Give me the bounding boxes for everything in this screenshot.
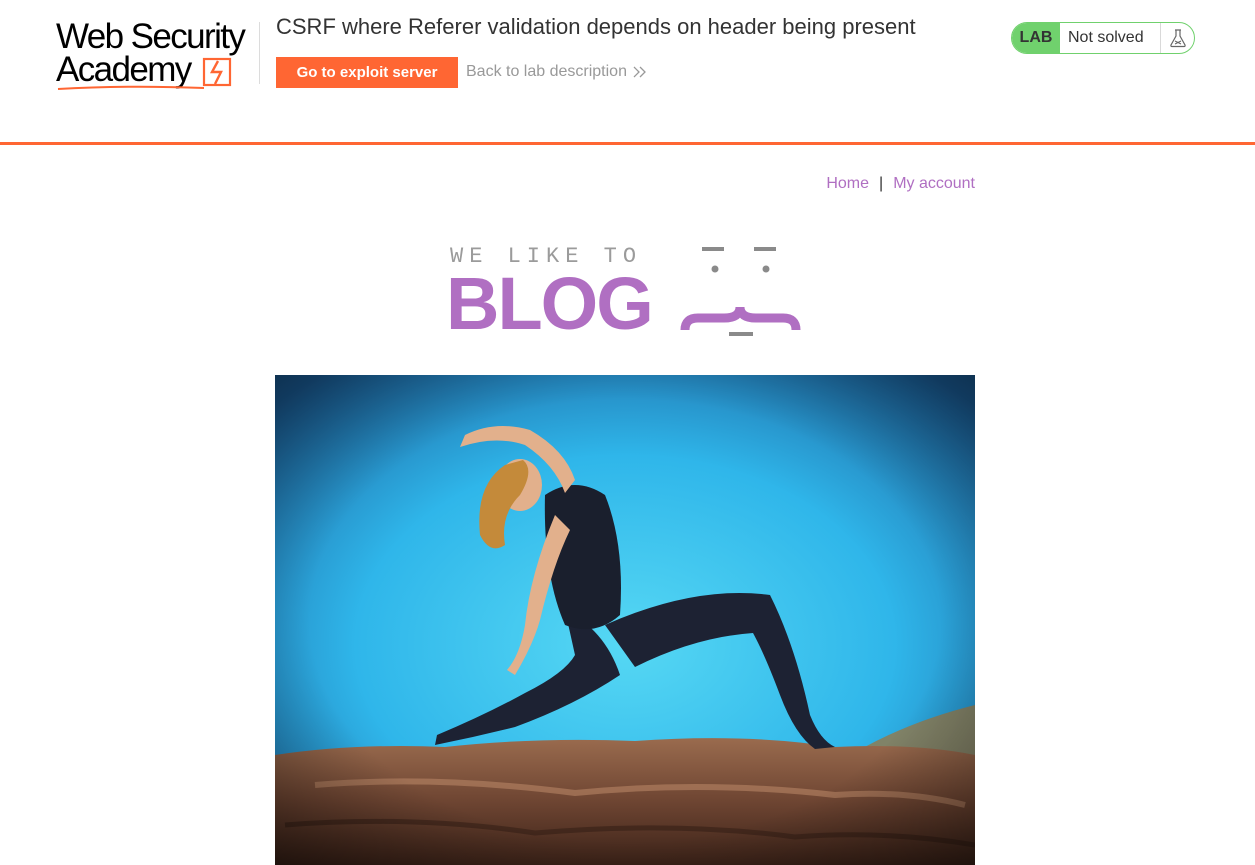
- flask-icon: [1160, 23, 1194, 53]
- lab-tag: LAB: [1012, 23, 1060, 53]
- back-to-lab-description-link[interactable]: Back to lab description: [466, 63, 647, 81]
- yoga-photo: [275, 375, 975, 865]
- web-security-academy-logo[interactable]: Web Security Academy: [56, 17, 256, 94]
- double-chevron-right-icon: [633, 66, 646, 78]
- curly-brace-face-icon: [680, 247, 801, 336]
- nav-separator: |: [879, 175, 884, 192]
- header-divider: [259, 22, 260, 84]
- go-to-exploit-server-button[interactable]: Go to exploit server: [276, 57, 458, 88]
- logo-underline: [57, 85, 205, 90]
- lab-title: CSRF where Referer validation depends on…: [276, 14, 916, 39]
- lab-status-widget: LAB Not solved: [1011, 22, 1195, 54]
- lab-status-text: Not solved: [1068, 29, 1144, 46]
- nav-home-link[interactable]: Home: [826, 175, 869, 193]
- blog-logo: WE LIKE TO BLOG: [446, 243, 806, 341]
- logo-line-1: Web Security: [56, 17, 246, 56]
- blog-hero-image[interactable]: [275, 375, 975, 865]
- academy-header: Web Security Academy CSRF where Referer …: [0, 0, 1255, 145]
- back-link-label: Back to lab description: [466, 63, 627, 80]
- top-nav: Home | My account: [826, 175, 975, 193]
- blog-logo-word: BLOG: [446, 262, 654, 345]
- logo-bolt-icon: [202, 57, 232, 87]
- nav-my-account-link[interactable]: My account: [893, 175, 975, 193]
